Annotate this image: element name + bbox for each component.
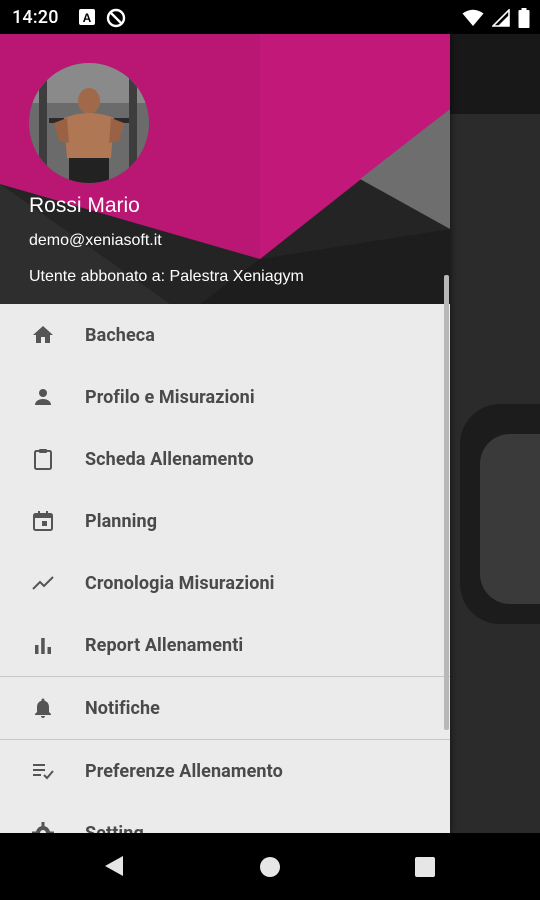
status-bar: 14:20 A	[0, 0, 540, 34]
menu-item-label: Planning	[85, 510, 158, 532]
status-time: 14:20	[12, 7, 59, 28]
checklist-icon	[30, 758, 56, 784]
menu-item-label: Notifiche	[85, 697, 161, 719]
drawer-menu: Bacheca Profilo e Misurazioni Scheda All…	[0, 304, 450, 833]
no-disturb-icon	[106, 8, 126, 32]
wifi-icon	[462, 9, 484, 31]
system-navigation-bar	[0, 833, 540, 900]
menu-item-label: Profilo e Misurazioni	[85, 386, 255, 408]
gear-icon	[30, 820, 56, 833]
home-icon	[30, 322, 56, 348]
person-icon	[30, 384, 56, 410]
battery-icon	[518, 8, 530, 32]
menu-item-label: Report Allenamenti	[85, 634, 244, 656]
menu-item-report-allenamenti[interactable]: Report Allenamenti	[0, 614, 450, 676]
back-icon[interactable]	[104, 855, 124, 881]
user-name: Rossi Mario	[29, 194, 140, 217]
calendar-icon	[30, 508, 56, 534]
menu-item-profilo[interactable]: Profilo e Misurazioni	[0, 366, 450, 428]
status-notification-icons: A	[78, 8, 126, 32]
bell-icon	[30, 695, 56, 721]
menu-item-scheda-allenamento[interactable]: Scheda Allenamento	[0, 428, 450, 490]
menu-item-cronologia-misurazioni[interactable]: Cronologia Misurazioni	[0, 552, 450, 614]
menu-item-notifiche[interactable]: Notifiche	[0, 677, 450, 739]
menu-item-label: Preferenze Allenamento	[85, 760, 283, 782]
background-hero-image	[450, 114, 540, 833]
navigation-drawer: Rossi Mario demo@xeniasoft.it Utente abb…	[0, 34, 450, 833]
recents-icon[interactable]	[415, 857, 435, 877]
menu-item-label: Cronologia Misurazioni	[85, 572, 275, 594]
clipboard-icon	[30, 446, 56, 472]
drawer-header: Rossi Mario demo@xeniasoft.it Utente abb…	[0, 34, 450, 304]
menu-item-label: Bacheca	[85, 324, 156, 346]
menu-item-label: Setting	[85, 822, 144, 834]
menu-item-label: Scheda Allenamento	[85, 448, 254, 470]
trend-icon	[30, 570, 56, 596]
a-notification-icon: A	[78, 8, 96, 32]
user-subscription: Utente abbonato a: Palestra Xeniagym	[29, 268, 304, 285]
avatar[interactable]	[29, 63, 149, 183]
svg-text:A: A	[83, 11, 92, 25]
menu-item-bacheca[interactable]: Bacheca	[0, 304, 450, 366]
home-circle-icon[interactable]	[260, 857, 280, 877]
user-email: demo@xeniasoft.it	[29, 232, 162, 249]
menu-item-setting[interactable]: Setting	[0, 802, 450, 833]
menu-item-preferenze-allenamento[interactable]: Preferenze Allenamento	[0, 740, 450, 802]
status-system-icons	[462, 8, 530, 32]
menu-item-planning[interactable]: Planning	[0, 490, 450, 552]
signal-icon	[491, 8, 510, 31]
drawer-scrollbar[interactable]	[444, 275, 449, 730]
bar-chart-icon	[30, 632, 56, 658]
